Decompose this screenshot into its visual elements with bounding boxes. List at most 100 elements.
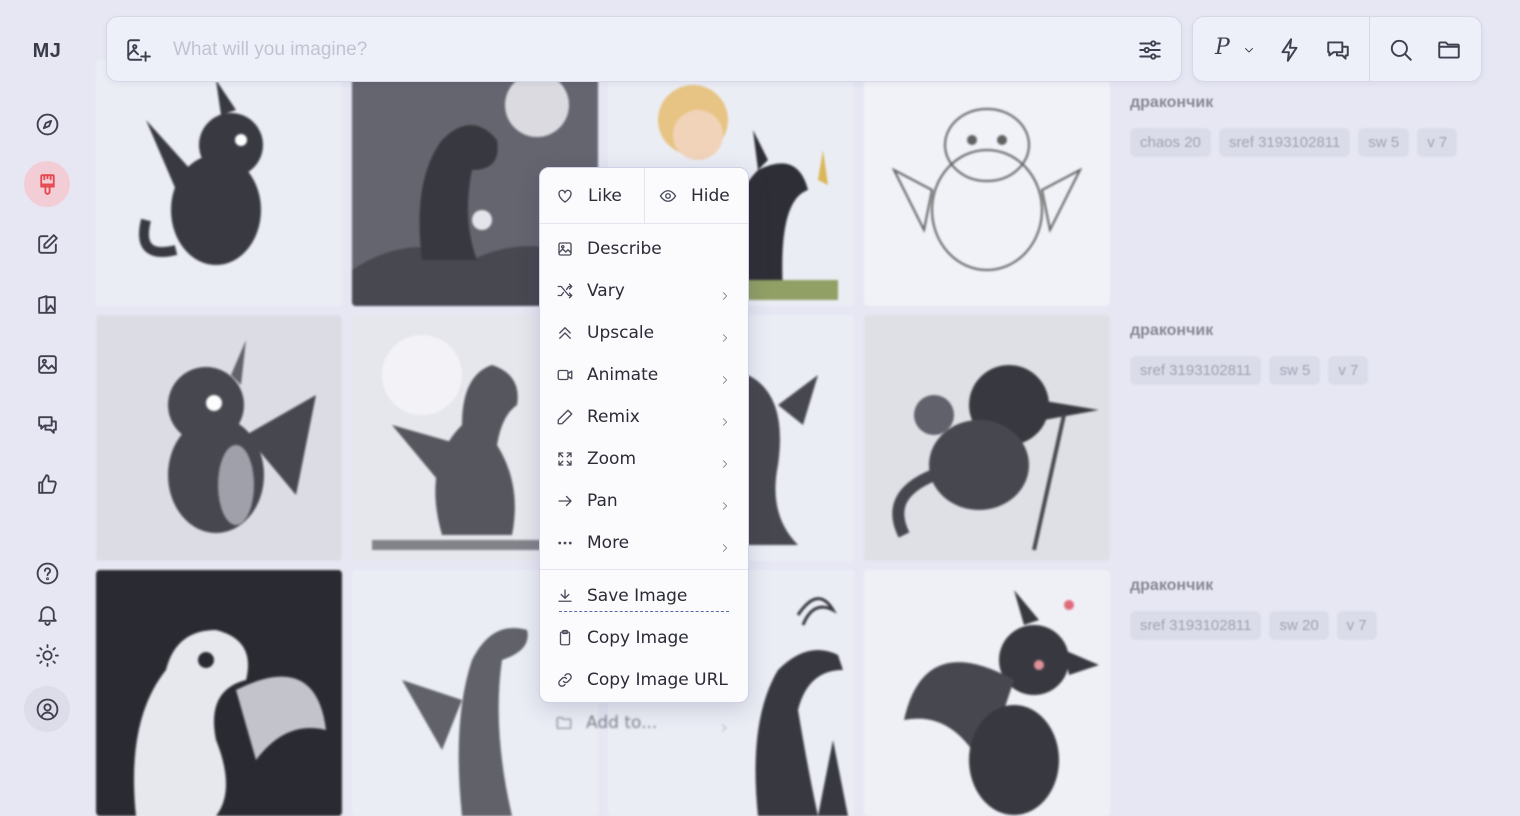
- pencil-icon: [556, 408, 574, 426]
- paintbrush-icon: [39, 173, 55, 195]
- save-image-label: Save Image: [587, 586, 688, 606]
- param-chip[interactable]: sref 3193102811: [1130, 611, 1262, 640]
- sun-icon: [35, 643, 59, 667]
- copy-image-url-label: Copy Image URL: [587, 670, 728, 690]
- dragon-image: [904, 590, 1099, 815]
- add-to-label: Add to...: [586, 713, 658, 733]
- chat-button[interactable]: [24, 401, 70, 447]
- copy-image-label: Copy Image: [587, 628, 689, 648]
- remix-label: Remix: [587, 407, 640, 427]
- add-image-icon[interactable]: [125, 37, 151, 63]
- zoom-item[interactable]: Zoom: [540, 439, 748, 479]
- expand-icon: [556, 450, 574, 468]
- create-button[interactable]: [24, 161, 70, 207]
- image-tile[interactable]: [864, 570, 1110, 816]
- download-icon: [556, 587, 574, 605]
- top-toolbar: P: [1192, 16, 1482, 82]
- profile-button[interactable]: [24, 686, 70, 732]
- image-tile[interactable]: [96, 60, 342, 306]
- more-label: More: [587, 533, 630, 553]
- help-button[interactable]: [24, 550, 70, 596]
- dragon-image: [139, 80, 263, 265]
- focus-indicator: [559, 611, 729, 612]
- image-tile[interactable]: [96, 570, 342, 816]
- help-icon: [36, 562, 58, 584]
- prompt-title[interactable]: дракончик: [1130, 322, 1470, 340]
- add-to-item[interactable]: Add to...: [539, 703, 747, 743]
- toolbar-divider: [1369, 17, 1370, 81]
- search-icon[interactable]: [1388, 37, 1414, 63]
- chevron-right-icon: [720, 370, 730, 384]
- menu-overflow: Add to...: [539, 703, 747, 748]
- gallery-button[interactable]: [24, 341, 70, 387]
- arrow-right-icon: [556, 492, 574, 510]
- param-chip[interactable]: sw 5: [1358, 128, 1410, 157]
- chevron-right-icon: [720, 496, 730, 510]
- chevron-down-icon[interactable]: [1243, 43, 1255, 55]
- prompt-input[interactable]: [171, 35, 1115, 65]
- pan-item[interactable]: Pan: [540, 481, 748, 521]
- heart-icon: [556, 187, 574, 205]
- personalize-toggle[interactable]: P: [1215, 35, 1230, 60]
- copy-image-url-item[interactable]: Copy Image URL: [540, 660, 748, 700]
- edit-button[interactable]: [24, 221, 70, 267]
- image-icon: [37, 354, 57, 374]
- param-chip[interactable]: v 7: [1336, 611, 1377, 640]
- upscale-icon: [556, 324, 574, 342]
- chevron-right-icon: [720, 538, 730, 552]
- chevron-right-icon: [720, 286, 730, 300]
- theme-toggle[interactable]: [24, 632, 70, 678]
- prompt-title[interactable]: дракончик: [1130, 94, 1470, 112]
- sidebar: MJ: [0, 0, 94, 748]
- bell-icon: [37, 605, 57, 626]
- prompt-info: дракончик sref 3193102811 sw 5 v 7: [1130, 322, 1470, 385]
- chevron-right-icon: [720, 328, 730, 342]
- param-chip[interactable]: sw 20: [1269, 611, 1329, 640]
- clipboard-icon: [556, 629, 574, 647]
- menu-top-row: Like Hide: [540, 168, 748, 224]
- image-tile[interactable]: [96, 315, 342, 561]
- param-chip[interactable]: chaos 20: [1130, 128, 1211, 157]
- remix-item[interactable]: Remix: [540, 397, 748, 437]
- folder-icon[interactable]: [1436, 37, 1462, 63]
- image-tile[interactable]: [864, 60, 1110, 306]
- more-item[interactable]: More: [540, 523, 748, 563]
- upscale-label: Upscale: [587, 323, 655, 343]
- param-chip[interactable]: sref 3193102811: [1130, 356, 1262, 385]
- animate-item[interactable]: Animate: [540, 355, 748, 395]
- copy-image-item[interactable]: Copy Image: [540, 618, 748, 658]
- param-chip[interactable]: v 7: [1328, 356, 1369, 385]
- explore-button[interactable]: [24, 101, 70, 147]
- describe-item[interactable]: Describe: [540, 229, 748, 269]
- menu-divider: [540, 569, 748, 570]
- like-button[interactable]: Like: [540, 168, 644, 223]
- lightning-icon[interactable]: [1277, 37, 1303, 63]
- notifications-button[interactable]: [24, 591, 70, 637]
- hide-button[interactable]: Hide: [645, 168, 748, 223]
- param-chip[interactable]: v 7: [1417, 128, 1458, 157]
- link-icon: [556, 671, 574, 689]
- eye-icon: [659, 187, 677, 205]
- chat-icon[interactable]: [1325, 37, 1351, 63]
- chat-icon: [37, 415, 57, 434]
- image-tile[interactable]: [864, 315, 1110, 561]
- save-image-item[interactable]: Save Image: [540, 576, 748, 616]
- param-chip[interactable]: sw 5: [1269, 356, 1321, 385]
- ellipsis-icon: [556, 534, 574, 552]
- rate-button[interactable]: [24, 461, 70, 507]
- upscale-item[interactable]: Upscale: [540, 313, 748, 353]
- param-chip[interactable]: sref 3193102811: [1218, 128, 1351, 157]
- pan-label: Pan: [587, 491, 618, 511]
- prompt-title[interactable]: дракончик: [1130, 577, 1470, 595]
- settings-sliders-icon[interactable]: [1137, 37, 1163, 63]
- edit-icon: [37, 233, 58, 254]
- like-label: Like: [588, 185, 622, 206]
- book-image-icon: [37, 294, 56, 314]
- chevron-right-icon: [719, 718, 729, 732]
- vary-item[interactable]: Vary: [540, 271, 748, 311]
- organize-button[interactable]: [24, 281, 70, 327]
- image-icon: [556, 240, 574, 258]
- logo[interactable]: MJ: [0, 40, 94, 63]
- video-icon: [556, 366, 574, 384]
- dragon-image: [168, 340, 316, 533]
